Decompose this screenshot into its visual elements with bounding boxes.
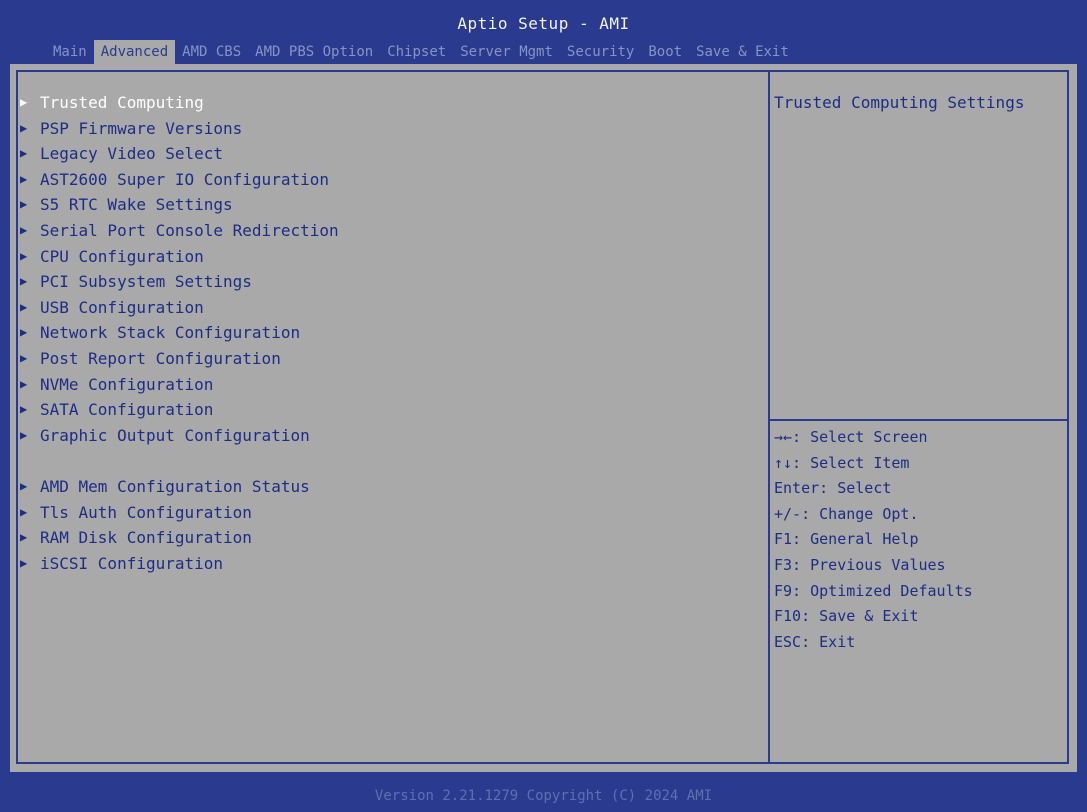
submenu-arrow-icon: ▶	[20, 197, 28, 212]
menu-item-label: Graphic Output Configuration	[40, 425, 310, 445]
tab-save-exit[interactable]: Save & Exit	[689, 40, 796, 64]
key-legend: →←: Select Screen ↑↓: Select Item Enter:…	[774, 425, 1064, 655]
submenu-arrow-icon: ▶	[20, 555, 28, 570]
advanced-menu: ▶ Trusted Computing ▶ PSP Firmware Version…	[20, 90, 760, 576]
menu-item-tls-auth[interactable]: ▶ Tls Auth Configuration	[20, 500, 760, 526]
submenu-arrow-icon: ▶	[20, 222, 28, 237]
menu-item-graphic-output[interactable]: ▶ Graphic Output Configuration	[20, 423, 760, 449]
tab-server-mgmt[interactable]: Server Mgmt	[453, 40, 560, 64]
key-hint-select-item: ↑↓: Select Item	[774, 453, 910, 472]
key-hint-optimized-defaults: F9: Optimized Defaults	[774, 581, 973, 600]
menu-item-label: AMD Mem Configuration Status	[40, 476, 310, 496]
tab-bar: Main Advanced AMD CBS AMD PBS Option Chi…	[46, 40, 796, 64]
key-hint-esc-exit: ESC: Exit	[774, 632, 856, 651]
submenu-arrow-icon: ▶	[20, 146, 28, 161]
submenu-arrow-icon: ▶	[20, 530, 28, 545]
submenu-arrow-icon: ▶	[20, 427, 28, 442]
menu-item-label: iSCSI Configuration	[40, 553, 224, 573]
menu-item-s5-rtc-wake[interactable]: ▶ S5 RTC Wake Settings	[20, 192, 760, 218]
submenu-arrow-icon: ▶	[20, 402, 28, 417]
tab-amd-pbs-option[interactable]: AMD PBS Option	[248, 40, 380, 64]
submenu-arrow-icon: ▶	[20, 350, 28, 365]
key-hint-general-help: F1: General Help	[774, 530, 919, 549]
menu-item-cpu-configuration[interactable]: ▶ CPU Configuration	[20, 244, 760, 270]
header-bar: Aptio Setup - AMI Main Advanced AMD CBS …	[0, 0, 1087, 64]
submenu-arrow-icon: ▶	[20, 325, 28, 340]
menu-item-post-report[interactable]: ▶ Post Report Configuration	[20, 346, 760, 372]
menu-item-label: Network Stack Configuration	[40, 323, 301, 343]
key-hint-enter: Enter: Select	[774, 479, 892, 498]
help-text: Trusted Computing Settings	[774, 93, 1025, 112]
submenu-arrow-icon: ▶	[20, 171, 28, 186]
menu-item-label: NVMe Configuration	[40, 374, 214, 394]
menu-item-legacy-video-select[interactable]: ▶ Legacy Video Select	[20, 141, 760, 167]
menu-item-pci-subsystem[interactable]: ▶ PCI Subsystem Settings	[20, 269, 760, 295]
menu-item-label: USB Configuration	[40, 297, 204, 317]
menu-item-usb-configuration[interactable]: ▶ USB Configuration	[20, 295, 760, 321]
menu-item-label: PSP Firmware Versions	[40, 118, 243, 138]
submenu-arrow-icon: ▶	[20, 376, 28, 391]
menu-item-ram-disk[interactable]: ▶ RAM Disk Configuration	[20, 525, 760, 551]
submenu-arrow-icon: ▶	[20, 248, 28, 263]
footer-bar: Version 2.21.1279 Copyright (C) 2024 AMI	[0, 782, 1087, 812]
submenu-arrow-icon: ▶	[20, 478, 28, 493]
tab-boot[interactable]: Boot	[641, 40, 689, 64]
menu-item-label: RAM Disk Configuration	[40, 528, 252, 548]
menu-item-iscsi-configuration[interactable]: ▶ iSCSI Configuration	[20, 551, 760, 577]
menu-item-label: CPU Configuration	[40, 246, 204, 266]
key-hint-select-screen: →←: Select Screen	[774, 428, 928, 446]
key-hint-change-opt: +/-: Change Opt.	[774, 504, 919, 523]
menu-item-label: AST2600 Super IO Configuration	[40, 169, 329, 189]
tab-main[interactable]: Main	[46, 40, 94, 64]
setup-title: Aptio Setup - AMI	[457, 14, 630, 33]
menu-item-label: Serial Port Console Redirection	[40, 220, 339, 240]
version-copyright: Version 2.21.1279 Copyright (C) 2024 AMI	[374, 788, 713, 804]
submenu-arrow-icon: ▶	[20, 504, 28, 519]
content-area: ▶ Trusted Computing ▶ PSP Firmware Version…	[10, 64, 1077, 772]
menu-item-ast2600-super-io[interactable]: ▶ AST2600 Super IO Configuration	[20, 167, 760, 193]
tab-advanced[interactable]: Advanced	[93, 40, 176, 64]
submenu-arrow-icon: ▶	[20, 120, 28, 135]
menu-item-sata-configuration[interactable]: ▶ SATA Configuration	[20, 397, 760, 423]
submenu-arrow-icon: ▶	[20, 274, 28, 289]
menu-item-trusted-computing[interactable]: ▶ Trusted Computing	[20, 90, 760, 116]
help-divider	[768, 419, 1069, 421]
menu-item-network-stack[interactable]: ▶ Network Stack Configuration	[20, 320, 760, 346]
vertical-divider	[768, 70, 770, 764]
tab-chipset[interactable]: Chipset	[380, 40, 453, 64]
menu-item-psp-firmware-versions[interactable]: ▶ PSP Firmware Versions	[20, 116, 760, 142]
menu-item-nvme-configuration[interactable]: ▶ NVMe Configuration	[20, 372, 760, 398]
submenu-arrow-icon: ▶	[20, 299, 28, 314]
menu-item-label: Trusted Computing	[40, 93, 204, 112]
menu-item-serial-port-console[interactable]: ▶ Serial Port Console Redirection	[20, 218, 760, 244]
menu-item-label: Tls Auth Configuration	[40, 502, 252, 522]
menu-item-label: PCI Subsystem Settings	[40, 272, 252, 292]
menu-item-amd-mem-status[interactable]: ▶ AMD Mem Configuration Status	[20, 474, 760, 500]
menu-item-label: S5 RTC Wake Settings	[40, 195, 233, 215]
key-hint-save-exit: F10: Save & Exit	[774, 607, 919, 626]
tab-security[interactable]: Security	[560, 40, 641, 64]
menu-item-label: SATA Configuration	[40, 400, 214, 420]
menu-item-label: Post Report Configuration	[40, 348, 281, 368]
submenu-arrow-icon: ▶	[20, 95, 28, 109]
menu-item-label: Legacy Video Select	[40, 144, 224, 164]
bios-setup-screen: Aptio Setup - AMI Main Advanced AMD CBS …	[0, 0, 1087, 812]
tab-amd-cbs[interactable]: AMD CBS	[175, 40, 248, 64]
key-hint-previous-values: F3: Previous Values	[774, 555, 946, 574]
